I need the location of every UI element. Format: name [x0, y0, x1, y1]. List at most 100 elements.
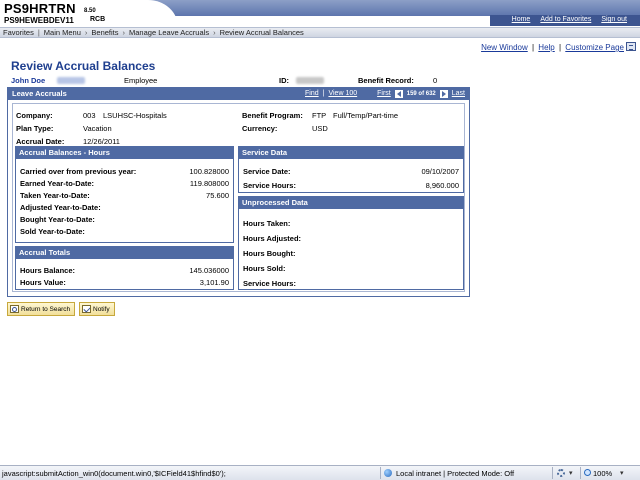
accrual-date-value: 12/26/2011 [83, 137, 120, 146]
customize-page-link[interactable]: Customize Page [565, 43, 624, 52]
database-name: PS9HEWEBDEV11 [4, 16, 74, 25]
page-links: New Window | Help | Customize Page [481, 43, 624, 52]
breadcrumb-benefits[interactable]: Benefits [91, 28, 122, 37]
hours-balance-row: Hours Balance: 145.036000 [20, 266, 229, 276]
employee-info-row: John Doe Employee ID: Benefit Record: 0 [11, 76, 471, 86]
first-link[interactable]: First [377, 88, 391, 100]
plan-type-label: Plan Type: [16, 124, 54, 133]
taken-ytd-row: Taken Year-to-Date: 75.600 [20, 191, 229, 201]
notify-button[interactable]: Notify [79, 302, 115, 316]
return-to-search-button[interactable]: Return to Search [7, 302, 75, 316]
service-date-row: Service Date: 09/10/2007 [243, 167, 459, 177]
grid-view-icon[interactable] [626, 42, 636, 51]
service-data-panel: Service Data Service Date: 09/10/2007 Se… [238, 146, 464, 193]
breadcrumb-main-menu[interactable]: Main Menu [44, 28, 85, 37]
grid-navigation: Find | View 100 First 159 of 632 Last [305, 88, 465, 100]
hours-adjusted-row: Hours Adjusted: [243, 234, 459, 244]
unprocessed-data-panel: Unprocessed Data Hours Taken: Hours Adju… [238, 196, 464, 290]
hours-value-row: Hours Value: 3,101.90 [20, 278, 229, 288]
status-divider [380, 467, 381, 479]
link-separator: | [531, 43, 535, 52]
hours-bought-label: Hours Bought: [243, 249, 296, 258]
sold-ytd-row: Sold Year-to-Date: [20, 227, 229, 237]
benefit-program-name: Full/Temp/Part-time [333, 111, 399, 120]
service-date-label: Service Date: [243, 167, 291, 176]
service-hours-value: 8,960.000 [425, 181, 459, 190]
app-name: PS9HRTRN [4, 1, 76, 16]
breadcrumb: Favorites | Main Menu › Benefits › Manag… [0, 27, 640, 38]
company-name: LSUHSC-Hospitals [103, 111, 167, 120]
header-band [140, 0, 640, 16]
hours-value-label: Hours Value: [20, 278, 66, 287]
sign-out-link[interactable]: Sign out [596, 15, 632, 26]
next-arrow-icon[interactable] [439, 90, 448, 98]
service-date-value: 09/10/2007 [421, 167, 459, 176]
carried-over-row: Carried over from previous year: 100.828… [20, 167, 229, 177]
record-count: 159 of 632 [406, 91, 436, 97]
last-link[interactable]: Last [452, 88, 465, 100]
browser-status-bar: javascript:submitAction_win0(document.wi… [0, 465, 640, 480]
hours-sold-row: Hours Sold: [243, 264, 459, 274]
taken-ytd-label: Taken Year-to-Date: [20, 191, 90, 200]
id-label: ID: [279, 76, 289, 85]
hours-taken-label: Hours Taken: [243, 219, 291, 228]
nav-separator: | [322, 90, 325, 97]
service-hours-label: Service Hours: [243, 181, 296, 190]
accrual-date-label: Accrual Date: [16, 137, 65, 146]
unprocessed-service-hours-label: Service Hours: [243, 279, 296, 288]
service-data-header: Service Data [239, 147, 463, 159]
currency-value: USD [312, 124, 328, 133]
company-code: 003 [83, 111, 96, 120]
zoom-level[interactable]: 100% [593, 469, 612, 478]
leave-accruals-title: Leave Accruals [12, 89, 67, 98]
home-link[interactable]: Home [507, 15, 536, 26]
carried-over-value: 100.828000 [189, 167, 229, 176]
hours-bought-row: Hours Bought: [243, 249, 459, 259]
accrual-balances-header: Accrual Balances - Hours [16, 147, 233, 159]
unprocessed-service-hours-row: Service Hours: [243, 279, 459, 289]
hours-taken-row: Hours Taken: [243, 219, 459, 229]
add-to-favorites-link[interactable]: Add to Favorites [535, 15, 596, 26]
benefit-program-label: Benefit Program: [242, 111, 303, 120]
globe-icon [384, 469, 392, 477]
previous-arrow-icon[interactable] [394, 90, 403, 98]
earned-ytd-label: Earned Year-to-Date: [20, 179, 95, 188]
breadcrumb-review-accrual-balances[interactable]: Review Accrual Balances [220, 28, 308, 37]
bought-ytd-label: Bought Year-to-Date: [20, 215, 95, 224]
currency-label: Currency: [242, 124, 278, 133]
benefit-record-label: Benefit Record: [358, 76, 414, 85]
header-links: Home Add to Favorites Sign out [490, 15, 640, 26]
protected-mode-icon[interactable] [557, 469, 565, 477]
hours-value-value: 3,101.90 [199, 278, 229, 287]
leave-accruals-panel: Leave Accruals Find | View 100 First 159… [7, 87, 470, 297]
app-header: PS9HRTRN 8.50 PS9HEWEBDEV11 RCB Home Add… [0, 0, 640, 27]
notify-icon [82, 305, 91, 313]
employee-name: John Doe [11, 76, 46, 85]
view-100-link[interactable]: View 100 [328, 88, 357, 100]
zoom-icon[interactable] [584, 469, 591, 476]
adjusted-ytd-row: Adjusted Year-to-Date: [20, 203, 229, 213]
new-window-link[interactable]: New Window [481, 43, 528, 52]
database-user: RCB [90, 16, 106, 23]
find-link[interactable]: Find [305, 88, 319, 100]
security-zone-text: Local intranet | Protected Mode: Off [396, 469, 515, 478]
page-title: Review Accrual Balances [11, 59, 156, 73]
benefit-program-code: FTP [312, 111, 327, 120]
status-text: javascript:submitAction_win0(document.wi… [2, 469, 226, 478]
chevron-down-icon[interactable]: ▾ [620, 469, 624, 477]
hours-balance-value: 145.036000 [189, 266, 229, 275]
plan-type-value: Vacation [83, 124, 112, 133]
app-version: 8.50 [84, 8, 96, 14]
leave-accruals-body: Company: 003 LSUHSC-Hospitals Plan Type:… [12, 103, 465, 292]
chevron-down-icon[interactable]: ▾ [569, 469, 573, 477]
breadcrumb-favorites[interactable]: Favorites [3, 28, 38, 37]
unprocessed-data-header: Unprocessed Data [239, 197, 463, 209]
help-link[interactable]: Help [538, 43, 554, 52]
return-search-icon [10, 305, 19, 313]
redacted-id-value [296, 77, 324, 84]
leave-accruals-header: Leave Accruals Find | View 100 First 159… [8, 88, 469, 100]
breadcrumb-manage-leave-accruals[interactable]: Manage Leave Accruals [129, 28, 213, 37]
employee-type: Employee [124, 76, 158, 85]
link-separator: | [558, 43, 562, 52]
redacted-employee-id [57, 77, 85, 84]
